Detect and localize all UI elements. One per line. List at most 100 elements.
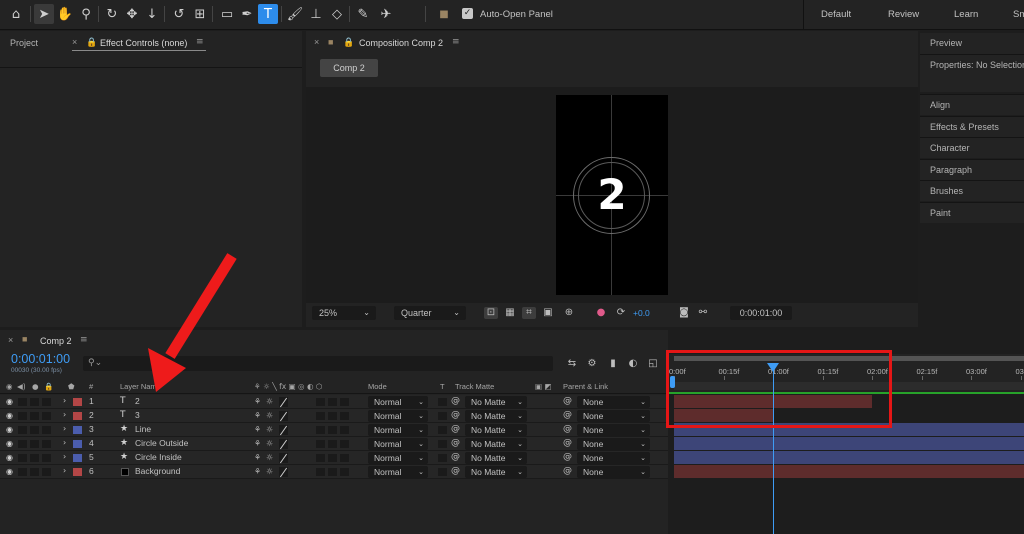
blend-mode-dropdown[interactable]: Normal ⌄ [368, 452, 428, 464]
solo-toggle[interactable] [30, 412, 39, 420]
eye-icon[interactable]: ◉ [6, 453, 13, 462]
show-snapshot-icon[interactable]: ⚯ [696, 307, 710, 319]
audio-toggle[interactable] [18, 454, 27, 462]
close-tab-icon[interactable]: × [8, 335, 13, 345]
expand-chevron-icon[interactable]: › [63, 438, 66, 447]
expand-chevron-icon[interactable]: › [63, 466, 66, 475]
lock-toggle[interactable] [42, 398, 51, 406]
label-color-swatch[interactable] [73, 440, 82, 448]
mask-path-icon[interactable]: ⌗ [522, 307, 536, 319]
shy-switch-icon[interactable]: ⚘ [254, 425, 261, 434]
eye-icon[interactable]: ◉ [6, 425, 13, 434]
paragraph-panel[interactable]: Paragraph [920, 159, 1024, 180]
comp-canvas[interactable]: 2 [556, 95, 668, 295]
layer-row[interactable]: ◉ › 5 ★ Circle Inside ⚘ ☼ Normal ⌄ @ No Matte ⌄ @ Non… [0, 451, 668, 465]
layer-name[interactable]: Background [135, 466, 180, 476]
audio-toggle[interactable] [18, 398, 27, 406]
type-tool-icon[interactable]: T [258, 4, 278, 24]
layer-row[interactable]: ◉ › 1 T 2 ⚘ ☼ Normal ⌄ @ No Matte ⌄ @ None ⌄ [0, 395, 668, 409]
layer-duration-bar[interactable] [674, 451, 1024, 464]
expand-chevron-icon[interactable]: › [63, 396, 66, 405]
fast-previews-icon[interactable]: ⊡ [484, 307, 498, 319]
matte-pickwhip-icon[interactable]: @ [451, 452, 460, 462]
solo-toggle[interactable] [30, 454, 39, 462]
pan-camera-icon[interactable]: ✥ [122, 4, 142, 24]
parent-pickwhip-icon[interactable]: @ [563, 438, 572, 448]
auto-open-checkbox[interactable]: ✓ [462, 8, 473, 19]
panel-menu-icon[interactable]: ≡ [452, 37, 460, 47]
workspace-learn[interactable]: Learn [954, 9, 978, 20]
preserve-transparency-toggle[interactable] [438, 398, 447, 406]
layer-name[interactable]: Circle Inside [135, 452, 182, 462]
parent-dropdown[interactable]: None ⌄ [577, 396, 650, 408]
tab-timeline-comp[interactable]: Comp 2 [40, 336, 72, 346]
region-of-interest-icon[interactable]: ▣ [541, 307, 555, 319]
panel-menu-icon[interactable]: ≡ [80, 335, 88, 345]
roto-brush-icon[interactable]: ✎ [353, 4, 373, 24]
tab-project[interactable]: Project [10, 38, 38, 48]
matte-pickwhip-icon[interactable]: @ [451, 424, 460, 434]
track-matte-dropdown[interactable]: No Matte ⌄ [465, 466, 527, 478]
track-matte-dropdown[interactable]: No Matte ⌄ [465, 424, 527, 436]
composition-viewer[interactable]: 2 [306, 87, 918, 303]
column-mode[interactable]: Mode [368, 382, 387, 391]
graph-editor-icon[interactable]: ◱ [646, 357, 660, 370]
rotation-tool-icon[interactable]: ↺ [169, 4, 189, 24]
eye-icon[interactable]: ◉ [6, 411, 13, 420]
3d-layer-switch[interactable] [340, 426, 349, 434]
track-matte-dropdown[interactable]: No Matte ⌄ [465, 452, 527, 464]
tab-effect-controls[interactable]: Effect Controls (none) [100, 38, 187, 48]
matte-pickwhip-icon[interactable]: @ [451, 438, 460, 448]
audio-toggle[interactable] [18, 412, 27, 420]
video-switch-icon[interactable]: ◉ [6, 382, 13, 391]
parent-pickwhip-icon[interactable]: @ [563, 452, 572, 462]
current-time-display[interactable]: 0:00:01:00 [11, 352, 70, 366]
workspace-default[interactable]: Default [821, 9, 851, 20]
close-tab-icon[interactable]: × [314, 37, 319, 47]
layer-name[interactable]: Circle Outside [135, 438, 188, 448]
motion-blur-switch[interactable] [316, 468, 325, 476]
reset-exposure-icon[interactable]: ⟳ [614, 307, 628, 319]
layer-name[interactable]: 3 [135, 410, 140, 420]
properties-panel[interactable]: Properties: No Selection [920, 54, 1024, 92]
brush-tool-icon[interactable]: 🖌 [285, 4, 305, 24]
quality-switch-icon[interactable] [279, 453, 288, 463]
comp-breadcrumb-button[interactable]: Comp 2 [320, 59, 378, 77]
3d-layer-switch[interactable] [340, 468, 349, 476]
home-icon[interactable]: ⌂ [6, 4, 26, 24]
lock-icon[interactable]: 🔒 [343, 37, 354, 48]
zoom-tool-icon[interactable]: ⚲ [76, 4, 96, 24]
parent-pickwhip-icon[interactable]: @ [563, 410, 572, 420]
composition-mini-flowchart-icon[interactable]: ⇆ [565, 357, 579, 370]
draft-3d-icon[interactable]: ⚙ [585, 357, 599, 370]
adjustment-switch[interactable] [328, 468, 337, 476]
motion-blur-switch[interactable] [316, 454, 325, 462]
adjustment-switch[interactable] [328, 412, 337, 420]
label-color-swatch[interactable] [73, 412, 82, 420]
parent-dropdown[interactable]: None ⌄ [577, 424, 650, 436]
matte-pickwhip-icon[interactable]: @ [451, 396, 460, 406]
puppet-pin-icon[interactable]: ✈ [376, 4, 396, 24]
solo-toggle[interactable] [30, 398, 39, 406]
pen-tool-icon[interactable]: ✒ [237, 4, 257, 24]
layer-row[interactable]: ◉ › 4 ★ Circle Outside ⚘ ☼ Normal ⌄ @ No Matte ⌄ @ No… [0, 437, 668, 451]
workspace-review[interactable]: Review [888, 9, 919, 20]
preserve-transparency-toggle[interactable] [438, 426, 447, 434]
expand-chevron-icon[interactable]: › [63, 410, 66, 419]
blend-mode-dropdown[interactable]: Normal ⌄ [368, 396, 428, 408]
solo-switch-icon[interactable]: ● [32, 382, 39, 391]
lock-toggle[interactable] [42, 454, 51, 462]
label-color-swatch[interactable] [73, 468, 82, 476]
eye-icon[interactable]: ◉ [6, 397, 13, 406]
blend-mode-dropdown[interactable]: Normal ⌄ [368, 410, 428, 422]
selection-tool-icon[interactable]: ➤ [34, 4, 54, 24]
rectangle-tool-icon[interactable]: ▭ [217, 4, 237, 24]
close-tab-icon[interactable]: × [72, 37, 77, 47]
layer-name[interactable]: Line [135, 424, 151, 434]
3d-layer-switch[interactable] [340, 454, 349, 462]
label-color-swatch[interactable] [73, 454, 82, 462]
parent-dropdown[interactable]: None ⌄ [577, 452, 650, 464]
shy-switch-icon[interactable]: ⚘ [254, 397, 261, 406]
hand-tool-icon[interactable]: ✋ [55, 4, 75, 24]
exposure-value[interactable]: +0.0 [633, 308, 650, 318]
